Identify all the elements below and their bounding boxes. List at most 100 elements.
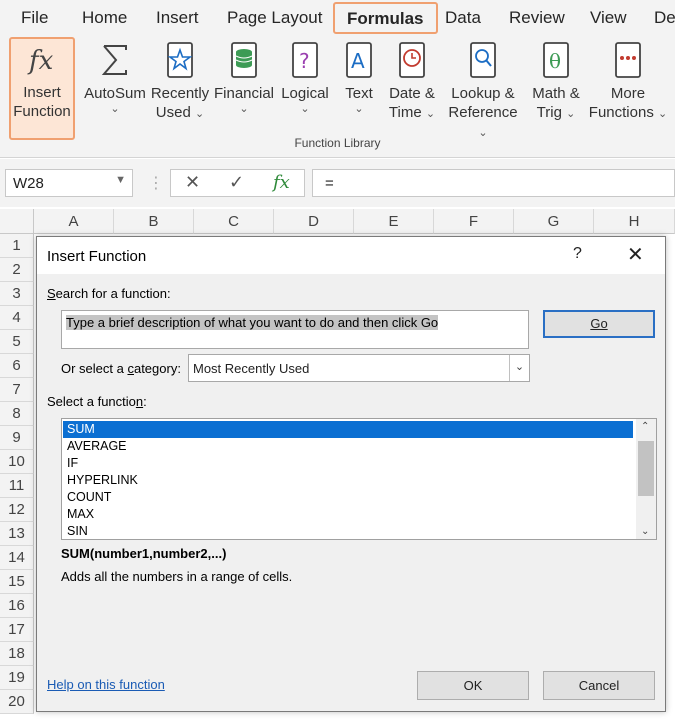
search-label-accelerator: S xyxy=(47,286,56,301)
logical-button[interactable]: ? Logical ⌄ xyxy=(277,40,333,115)
row-header[interactable]: 4 xyxy=(0,306,34,330)
chevron-down-icon[interactable]: ▼ xyxy=(115,174,126,186)
text-label: Text xyxy=(345,85,373,102)
magnifier-book-icon xyxy=(470,42,496,78)
row-header[interactable]: 1 xyxy=(0,234,34,258)
row-header[interactable]: 5 xyxy=(0,330,34,354)
question-book-icon: ? xyxy=(292,42,318,78)
scroll-down-icon[interactable]: ⌄ xyxy=(641,526,649,537)
function-list-item-sum[interactable]: SUM xyxy=(63,421,633,438)
lookup-reference-button[interactable]: Lookup & Reference ⌄ xyxy=(442,40,524,143)
scrollbar-thumb[interactable] xyxy=(638,441,654,496)
cancel-entry-icon[interactable]: ✕ xyxy=(185,172,200,193)
tab-insert[interactable]: Insert xyxy=(156,8,199,28)
recently-used-button[interactable]: Recently Used ⌄ xyxy=(150,40,210,124)
search-label: Search for a function: xyxy=(47,286,171,301)
row-header[interactable]: 6 xyxy=(0,354,34,378)
insert-function-line1: Insert xyxy=(23,84,61,101)
row-header[interactable]: 10 xyxy=(0,450,34,474)
ok-button[interactable]: OK xyxy=(417,671,529,700)
math-trig-line1: Math & xyxy=(532,85,580,102)
math-trig-button[interactable]: θ Math & Trig ⌄ xyxy=(526,40,586,124)
chevron-down-icon: ⌄ xyxy=(566,108,576,120)
tab-file[interactable]: File xyxy=(21,8,48,28)
more-functions-button[interactable]: More Functions ⌄ xyxy=(588,40,668,124)
row-header[interactable]: 20 xyxy=(0,690,34,714)
function-list-item-hyperlink[interactable]: HYPERLINK xyxy=(63,472,633,489)
insert-function-fx-icon[interactable]: fx xyxy=(273,172,290,193)
svg-text:?: ? xyxy=(299,49,310,73)
row-header[interactable]: 3 xyxy=(0,282,34,306)
category-select[interactable]: Most Recently Used ⌄ xyxy=(188,354,530,382)
formula-input[interactable]: = xyxy=(312,169,675,197)
category-label-pre: Or select a xyxy=(61,361,128,376)
financial-button[interactable]: Financial ⌄ xyxy=(213,40,275,115)
row-header[interactable]: 8 xyxy=(0,402,34,426)
function-list-label: Select a function: xyxy=(47,394,147,409)
tab-home[interactable]: Home xyxy=(82,8,127,28)
help-icon[interactable]: ? xyxy=(573,245,582,263)
column-header-e[interactable]: E xyxy=(354,209,434,234)
function-list-scrollbar[interactable]: ⌃ ⌄ xyxy=(636,419,656,539)
tab-data[interactable]: Data xyxy=(445,8,481,28)
row-header[interactable]: 18 xyxy=(0,642,34,666)
column-header-c[interactable]: C xyxy=(194,209,274,234)
scroll-up-icon[interactable]: ⌃ xyxy=(641,421,649,432)
function-list-item-count[interactable]: COUNT xyxy=(63,489,633,506)
function-list-item-sin[interactable]: SIN xyxy=(63,523,633,539)
column-header-d[interactable]: D xyxy=(274,209,354,234)
date-time-button[interactable]: Date & Time ⌄ xyxy=(384,40,440,124)
row-header[interactable]: 19 xyxy=(0,666,34,690)
tab-developer[interactable]: De xyxy=(654,8,675,28)
search-input[interactable]: Type a brief description of what you wan… xyxy=(61,310,529,349)
function-label-post: : xyxy=(143,394,147,409)
tab-formulas[interactable]: Formulas xyxy=(333,2,438,34)
name-box[interactable]: W28 ▼ xyxy=(5,169,133,197)
help-on-function-link[interactable]: Help on this function xyxy=(47,677,165,692)
lookup-line1: Lookup & xyxy=(451,85,515,102)
column-header-h[interactable]: H xyxy=(594,209,675,234)
insert-function-button[interactable]: fx Insert Function xyxy=(9,37,75,140)
cancel-button[interactable]: Cancel xyxy=(543,671,655,700)
enter-entry-icon[interactable]: ✓ xyxy=(229,172,244,193)
autosum-button[interactable]: AutoSum ⌄ xyxy=(82,40,148,115)
function-list-item-if[interactable]: IF xyxy=(63,455,633,472)
autosum-label: AutoSum xyxy=(84,85,146,102)
svg-text:θ: θ xyxy=(549,49,561,73)
function-list[interactable]: SUM AVERAGE IF HYPERLINK COUNT MAX SIN ⌃… xyxy=(61,418,657,540)
row-header[interactable]: 11 xyxy=(0,474,34,498)
function-list-item-max[interactable]: MAX xyxy=(63,506,633,523)
lookup-line2: Reference xyxy=(448,104,518,121)
row-header[interactable]: 12 xyxy=(0,498,34,522)
chevron-down-icon: ⌄ xyxy=(194,108,205,120)
category-label-post: ategory: xyxy=(133,361,181,376)
formula-bar: W28 ▼ ⋮ ✕ ✓ fx = xyxy=(0,159,675,207)
close-icon[interactable]: ✕ xyxy=(627,242,644,267)
tab-view[interactable]: View xyxy=(590,8,627,28)
chevron-down-icon[interactable]: ⌄ xyxy=(509,355,529,381)
dialog-title-bar[interactable]: Insert Function ? ✕ xyxy=(37,237,665,274)
text-button[interactable]: A Text ⌄ xyxy=(337,40,381,115)
row-header[interactable]: 14 xyxy=(0,546,34,570)
row-header[interactable]: 16 xyxy=(0,594,34,618)
sigma-icon xyxy=(101,45,127,75)
row-header[interactable]: 7 xyxy=(0,378,34,402)
column-header-f[interactable]: F xyxy=(434,209,514,234)
column-header-b[interactable]: B xyxy=(114,209,194,234)
row-header[interactable]: 15 xyxy=(0,570,34,594)
row-header[interactable]: 2 xyxy=(0,258,34,282)
category-label: Or select a category: xyxy=(61,361,181,376)
tab-page-layout[interactable]: Page Layout xyxy=(227,8,322,28)
column-header-g[interactable]: G xyxy=(514,209,594,234)
column-header-a[interactable]: A xyxy=(34,209,114,234)
menu-bar: File Home Insert Page Layout Formulas Da… xyxy=(0,0,675,36)
formula-bar-grip-icon[interactable]: ⋮ xyxy=(148,173,164,193)
function-list-item-average[interactable]: AVERAGE xyxy=(63,438,633,455)
select-all-corner[interactable] xyxy=(0,209,34,234)
row-header[interactable]: 13 xyxy=(0,522,34,546)
text-book-icon: A xyxy=(346,42,372,78)
go-button[interactable]: Go xyxy=(543,310,655,338)
row-header[interactable]: 17 xyxy=(0,618,34,642)
tab-review[interactable]: Review xyxy=(509,8,565,28)
row-header[interactable]: 9 xyxy=(0,426,34,450)
